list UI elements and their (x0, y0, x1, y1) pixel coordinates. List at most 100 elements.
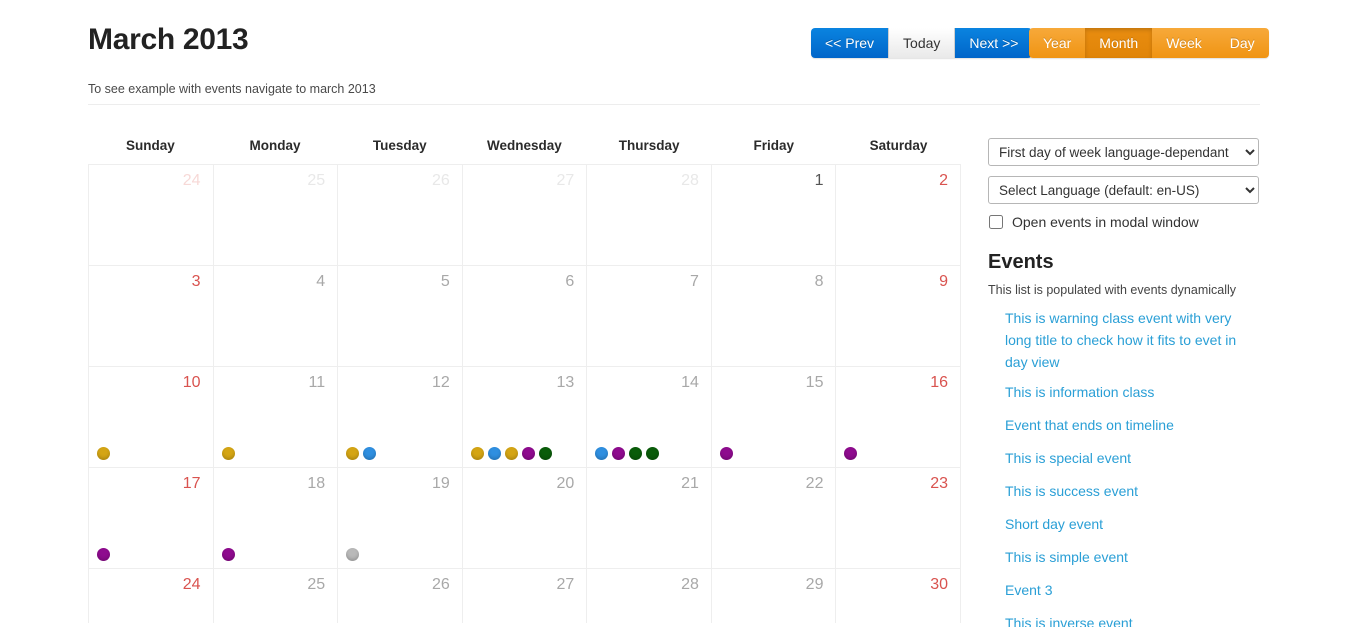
calendar-day-cell[interactable]: 22 (711, 468, 837, 569)
calendar-day-cell[interactable]: 24 (89, 569, 214, 623)
next-button[interactable]: Next >> (955, 28, 1033, 58)
calendar-week-row: 24 25 26 27 28 29 30 (89, 569, 962, 623)
event-link[interactable]: This is special event (1005, 447, 1260, 469)
events-heading: Events (988, 251, 1054, 273)
calendar-day-cell[interactable]: 26 (338, 165, 463, 266)
calendar-day-cell[interactable]: 30 (836, 569, 962, 623)
modal-checkbox-row: Open events in modal window (988, 214, 1260, 230)
event-dot-purple[interactable] (97, 548, 110, 561)
calendar-day-cell[interactable]: 24 (89, 165, 214, 266)
day-number: 21 (681, 475, 699, 492)
calendar-day-cell[interactable]: 10 (89, 367, 214, 468)
calendar-day-cell[interactable]: 14 (587, 367, 712, 468)
event-link[interactable]: Short day event (1005, 513, 1260, 535)
day-number: 26 (431, 172, 450, 189)
event-dot-blue[interactable] (487, 447, 501, 460)
calendar-day-cell[interactable]: 5 (338, 266, 463, 367)
today-button[interactable]: Today (888, 28, 956, 58)
calendar-day-cell[interactable]: 28 (587, 165, 712, 266)
calendar-day-cell[interactable]: 2 (836, 165, 962, 266)
calendar-day-headers: Sunday Monday Tuesday Wednesday Thursday Frid… (88, 138, 961, 164)
calendar-day-cell[interactable]: 9 (836, 266, 962, 367)
language-select[interactable]: Select Language (default: en-US) (988, 176, 1259, 204)
event-dot-purple[interactable] (844, 447, 858, 460)
calendar-day-cell[interactable]: 27 (462, 165, 588, 266)
event-dot-purple[interactable] (612, 447, 626, 460)
calendar-day-cell[interactable]: 27 (462, 569, 588, 623)
calendar-day-cell[interactable]: 25 (213, 165, 339, 266)
event-dot-blue[interactable] (363, 447, 377, 460)
event-dot-group (221, 548, 235, 561)
calendar-day-cell[interactable]: 7 (587, 266, 712, 367)
calendar-day-header: Thursday (618, 138, 680, 153)
prev-button[interactable]: << Prev (811, 28, 889, 58)
navigation-button-group: << Prev Today Next >> (811, 28, 1033, 58)
event-dot-blue[interactable] (595, 447, 609, 460)
calendar-day-header: Tuesday (372, 138, 427, 153)
day-number: 23 (930, 475, 949, 492)
day-number: 4 (316, 273, 326, 290)
calendar-day-cell[interactable]: 6 (462, 266, 588, 367)
calendar-day-cell[interactable]: 29 (711, 569, 837, 623)
calendar-day-cell[interactable]: 19 (338, 468, 463, 569)
event-link[interactable]: Event that ends on timeline (1005, 414, 1260, 436)
event-dot-green[interactable] (629, 447, 643, 460)
calendar-day-cell[interactable]: 11 (213, 367, 339, 468)
calendar-day-cell[interactable]: 3 (89, 266, 214, 367)
event-link[interactable]: This is inverse event (1005, 612, 1260, 627)
event-link[interactable]: Event 3 (1005, 579, 1260, 601)
day-number: 2 (939, 172, 949, 189)
event-dot-purple[interactable] (221, 548, 235, 561)
event-dot-purple[interactable] (521, 447, 535, 460)
calendar-day-header: Saturday (869, 138, 928, 153)
first-day-of-week-select[interactable]: First day of week language-dependant (988, 138, 1259, 166)
event-link[interactable]: This is simple event (1005, 546, 1260, 568)
event-dot-gold[interactable] (346, 447, 360, 460)
event-dot-gold[interactable] (504, 447, 518, 460)
event-dot-gold[interactable] (470, 447, 484, 460)
calendar-day-cell[interactable]: 12 (338, 367, 463, 468)
calendar-day-cell[interactable]: 21 (587, 468, 712, 569)
event-link[interactable]: This is warning class event with very lo… (1005, 307, 1260, 373)
day-number: 9 (939, 273, 949, 290)
open-events-in-modal-checkbox[interactable] (989, 215, 1003, 229)
event-dot-purple[interactable] (719, 447, 733, 460)
calendar-day-cell[interactable]: 8 (711, 266, 837, 367)
event-link[interactable]: This is information class (1005, 381, 1260, 403)
day-number: 25 (307, 172, 326, 189)
view-month-button[interactable]: Month (1085, 28, 1153, 58)
calendar-day-cell[interactable]: 17 (89, 468, 214, 569)
calendar-day-cell[interactable]: 20 (462, 468, 588, 569)
day-number: 28 (681, 172, 699, 189)
view-year-button[interactable]: Year (1029, 28, 1086, 58)
event-dot-gold[interactable] (97, 447, 110, 460)
calendar-day-header: Wednesday (487, 138, 562, 153)
event-dot-gold[interactable] (221, 447, 235, 460)
event-dot-gray[interactable] (346, 548, 360, 561)
day-number: 16 (930, 374, 949, 391)
calendar-day-cell[interactable]: 1 (711, 165, 837, 266)
view-week-button[interactable]: Week (1152, 28, 1216, 58)
modal-checkbox-label: Open events in modal window (1012, 214, 1199, 230)
calendar-day-cell[interactable]: 15 (711, 367, 837, 468)
calendar-day-cell[interactable]: 25 (213, 569, 339, 623)
event-dot-green[interactable] (538, 447, 552, 460)
day-number: 25 (307, 576, 326, 593)
event-list-item: This is information class (1005, 381, 1260, 403)
calendar-day-cell[interactable]: 18 (213, 468, 339, 569)
day-number: 12 (431, 374, 450, 391)
event-link[interactable]: This is success event (1005, 480, 1260, 502)
calendar-day-cell[interactable]: 28 (587, 569, 712, 623)
calendar-day-cell[interactable]: 13 (462, 367, 588, 468)
calendar-week-row: 3 4 5 6 7 8 9 (89, 266, 962, 367)
calendar-day-cell[interactable]: 26 (338, 569, 463, 623)
event-dot-green[interactable] (646, 447, 660, 460)
calendar-day-header: Sunday (125, 138, 175, 153)
calendar-day-cell[interactable]: 16 (836, 367, 962, 468)
view-day-button[interactable]: Day (1215, 28, 1269, 58)
day-number: 17 (182, 475, 201, 492)
calendar-day-cell[interactable]: 23 (836, 468, 962, 569)
calendar-day-cell[interactable]: 4 (213, 266, 339, 367)
event-dot-group (346, 548, 360, 561)
day-number: 14 (681, 374, 699, 391)
